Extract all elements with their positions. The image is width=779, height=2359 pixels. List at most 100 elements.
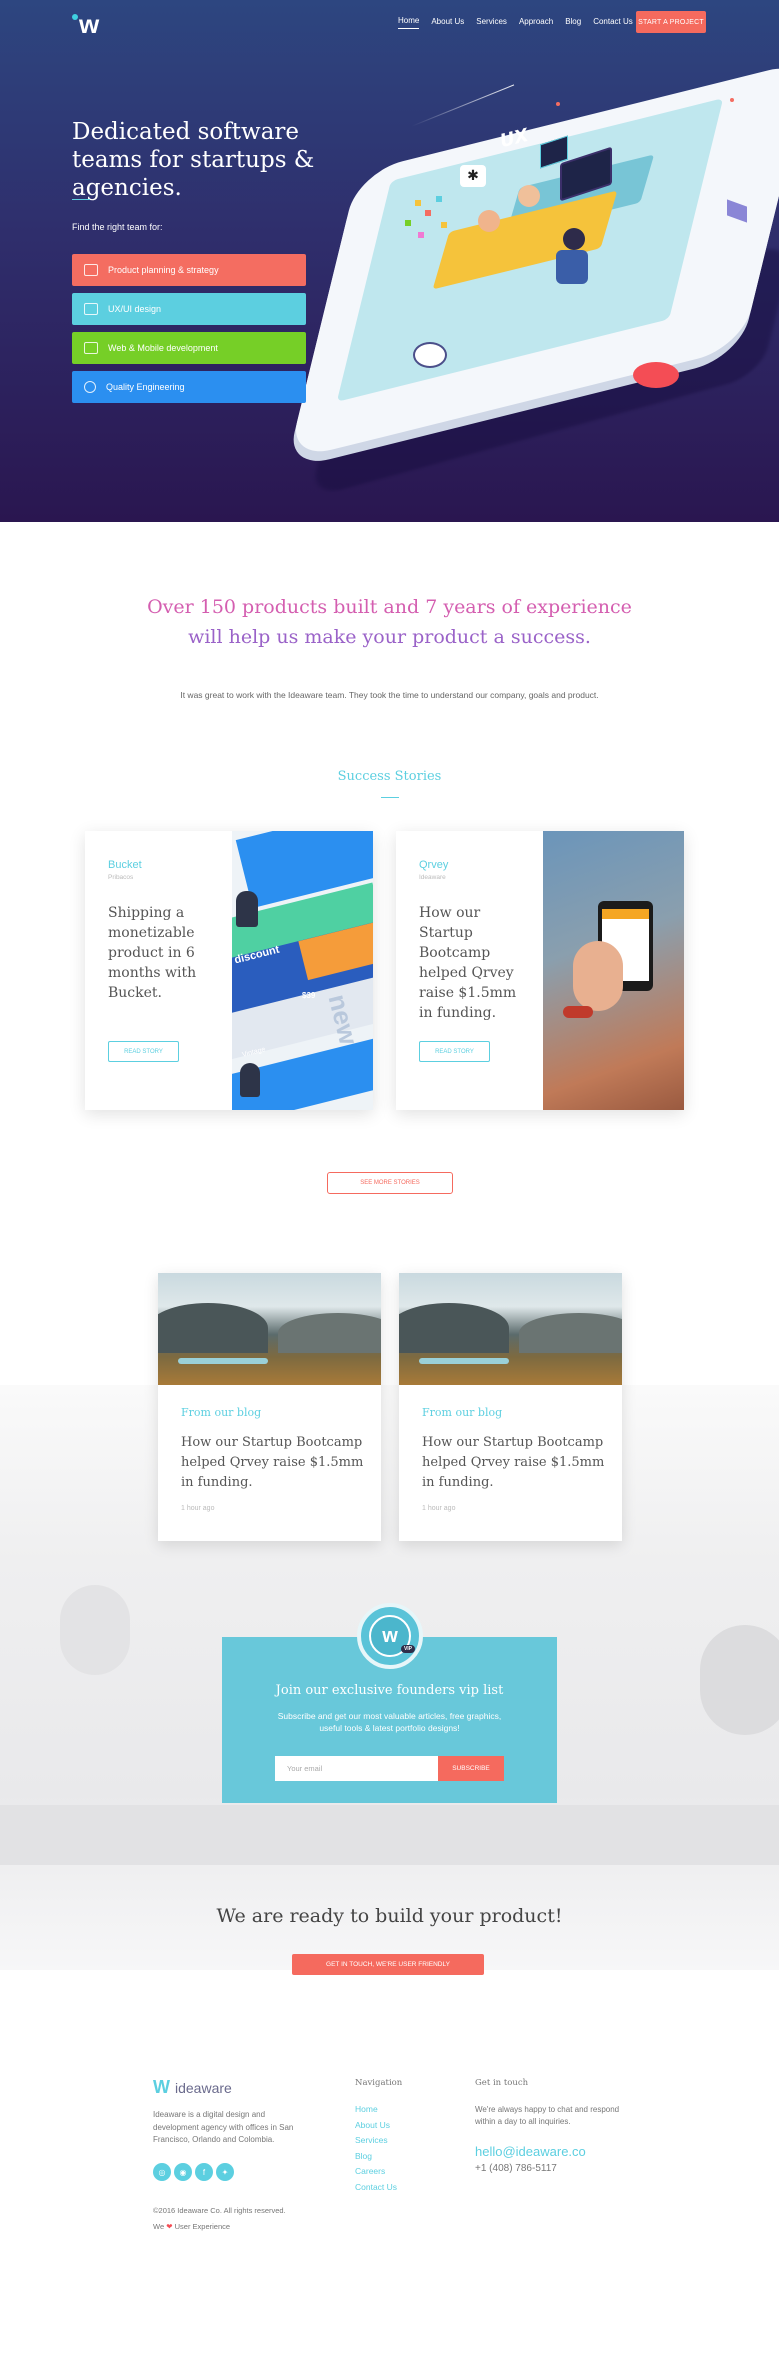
red-ellipse [633,362,679,388]
star-dot [730,98,734,102]
person-body [470,232,500,262]
person-illustration [563,228,585,250]
team-button-web-mobile[interactable]: Web & Mobile development [72,332,306,364]
story-name: Qrvey [419,859,449,871]
footer-logo-text: ideaware [175,2079,232,2096]
footer-phone: +1 (408) 786-5117 [475,2163,557,2174]
logo[interactable]: w [72,8,100,39]
shooting-star [411,84,515,127]
story-card-qrvey: Qrvey Ideaware How our Startup Bootcamp … [396,831,684,1110]
sticky-note [436,196,442,202]
team-button-label: UX/UI design [108,304,162,314]
nav-approach[interactable]: Approach [519,17,553,29]
stats-line-2: will help us make your product a success… [188,626,591,648]
team-button-label: Quality Engineering [106,382,185,392]
footer-link-contact-us[interactable]: Contact Us [355,2180,397,2196]
blog-headline: How our Startup Bootcamp helped Qrvey ra… [422,1435,605,1490]
team-button-product-planning[interactable]: Product planning & strategy [72,254,306,286]
nav-blog[interactable]: Blog [565,17,581,29]
footer-nav: Home About Us Services Blog Careers Cont… [355,2102,397,2195]
person-illustration [478,210,500,232]
logo-mark: w [79,8,100,39]
cta-title: We are ready to build your product! [216,1905,563,1927]
love-tagline: We ❤ User Experience [153,2222,230,2231]
hero-section: ✱ UX w Home About Us Services Approach B… [0,0,779,522]
blog-label: From our blog [422,1406,503,1419]
footer-logo[interactable]: W ideaware [153,2077,232,2098]
footer-link-careers[interactable]: Careers [355,2164,397,2180]
landscape-photo [399,1273,622,1385]
footer-link-home[interactable]: Home [355,2102,397,2118]
read-story-button[interactable]: READ STORY [108,1041,179,1062]
dribbble-icon[interactable]: ◎ [153,2163,171,2181]
nav-contact-us[interactable]: Contact Us [593,17,633,29]
vip-badge-letter: w [382,1624,398,1647]
social-links: ◎ ◉ f ✦ [153,2163,234,2181]
person-illustration [518,185,540,207]
blog-card[interactable]: From our blog How our Startup Bootcamp h… [158,1273,381,1541]
footer-link-about-us[interactable]: About Us [355,2118,397,2134]
collage-text: $39 [302,991,316,1000]
see-more-stories-button[interactable]: SEE MORE STORIES [327,1172,453,1194]
vip-badge-label: VIP [400,1645,415,1653]
phone-home-button [413,342,447,368]
bucket-collage-image: discount news $39 Vintage [232,831,373,1110]
footer-email-link[interactable]: hello@ideaware.co [475,2144,586,2159]
copyright: ©2016 Ideaware Co. All rights reserved. [153,2206,286,2215]
hero-title: Dedicated software teams for startups & … [72,119,315,201]
footer-link-services[interactable]: Services [355,2133,397,2149]
vip-title: Join our exclusive founders vip list [275,1683,504,1698]
person-body [556,250,588,284]
email-input[interactable] [275,1756,438,1781]
blog-time: 1 hour ago [422,1505,456,1512]
vip-badge-icon: w VIP [357,1603,423,1669]
testimonial-text: It was great to work with the Ideaware t… [180,690,599,700]
stats-line-1: Over 150 products built and 7 years of e… [147,596,632,618]
facebook-icon[interactable]: f [195,2163,213,2181]
footer-contact-title: Get in touch [475,2078,529,2088]
code-icon [84,342,98,354]
team-button-quality[interactable]: Quality Engineering [72,371,306,403]
start-project-button[interactable]: START A PROJECT [636,11,706,33]
team-button-label: Product planning & strategy [108,265,219,275]
nav-about-us[interactable]: About Us [431,17,464,29]
subscribe-button[interactable]: SUBSCRIBE [438,1756,504,1781]
design-icon [84,303,98,315]
story-card-bucket: Bucket Pribacos Shipping a monetizable p… [85,831,373,1110]
vip-description: Subscribe and get our most valuable arti… [277,1711,502,1733]
instagram-icon[interactable]: ◉ [174,2163,192,2181]
star-dot [556,102,560,106]
read-story-button[interactable]: READ STORY [419,1041,490,1062]
footer-contact-text: We're always happy to chat and respond w… [475,2105,620,2126]
team-button-label: Web & Mobile development [108,343,218,353]
stats-headline: Over 150 products built and 7 years of e… [0,592,779,652]
success-stories-title: Success Stories [337,769,442,784]
blog-time: 1 hour ago [181,1505,215,1512]
story-client: Ideaware [419,874,446,881]
sticky-note [441,222,447,228]
get-in-touch-button[interactable]: GET IN TOUCH, WE'RE USER FRIENDLY [292,1954,484,1975]
blog-card[interactable]: From our blog How our Startup Bootcamp h… [399,1273,622,1541]
team-button-ux-ui[interactable]: UX/UI design [72,293,306,325]
footer-link-blog[interactable]: Blog [355,2149,397,2165]
sticky-note [418,232,424,238]
qrvey-phone-photo [543,831,684,1110]
love-suffix: User Experience [174,2222,231,2231]
footer-logo-mark: W [153,2077,170,2097]
main-nav: Home About Us Services Approach Blog Con… [398,16,645,29]
divider [72,199,90,200]
story-headline: Shipping a monetizable product in 6 mont… [108,905,197,1001]
footer-description: Ideaware is a digital design and develop… [153,2110,294,2144]
nav-home[interactable]: Home [398,16,420,29]
footer-nav-title: Navigation [355,2078,403,2088]
strategy-icon [84,264,98,276]
twitter-icon[interactable]: ✦ [216,2163,234,2181]
story-headline: How our Startup Bootcamp helped Qrvey ra… [419,905,517,1021]
speech-bubble: ✱ [460,165,486,187]
divider [381,797,399,798]
sticky-note [415,200,421,206]
heart-icon: ❤ [166,2222,173,2231]
story-name: Bucket [108,859,142,871]
badge-icon [84,381,96,393]
nav-services[interactable]: Services [476,17,507,29]
